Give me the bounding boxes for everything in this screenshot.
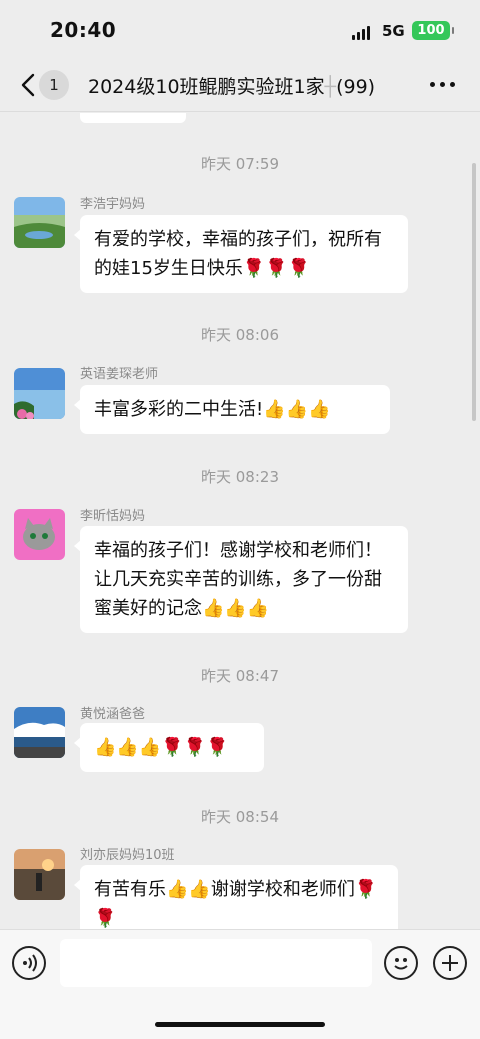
sender-name: 李浩宇妈妈	[80, 197, 146, 212]
timestamp: 昨天 08:47	[201, 667, 279, 685]
chat-header: 1 2024级10班鲲鹏实验班1家┼(99)	[0, 60, 480, 112]
timestamp: 昨天 08:23	[201, 468, 279, 486]
message-bubble[interactable]: 有爱的学校，幸福的孩子们，祝所有的娃15岁生日快乐🌹🌹🌹	[74, 215, 408, 293]
sender-name: 英语姜琛老师	[80, 367, 159, 382]
group-name: 2024级10班鲲鹏实验班1家	[88, 76, 325, 98]
status-bar: 20:40 5G 100	[0, 0, 480, 60]
sender-name: 李昕恬妈妈	[80, 509, 146, 524]
plus-icon[interactable]	[433, 946, 467, 980]
previous-message-bubble	[80, 113, 186, 123]
message-input[interactable]	[60, 939, 372, 987]
avatar[interactable]	[14, 849, 65, 900]
sender-name: 黄悦涵爸爸	[80, 707, 146, 722]
more-dots-icon[interactable]	[430, 82, 455, 87]
timestamp: 昨天 08:06	[201, 326, 279, 344]
signal-icon	[352, 24, 370, 40]
avatar[interactable]	[14, 509, 65, 560]
emoji-icon[interactable]	[384, 946, 418, 980]
scrollbar[interactable]	[472, 163, 476, 421]
chat-title: 2024级10班鲲鹏实验班1家┼(99)	[88, 76, 376, 98]
avatar[interactable]	[14, 707, 65, 758]
member-count: (99)	[336, 76, 376, 98]
message-bubble[interactable]: 👍👍👍🌹🌹🌹	[74, 723, 264, 772]
home-indicator[interactable]	[155, 1022, 325, 1027]
input-bar	[0, 929, 480, 1039]
battery-icon: 100	[412, 21, 454, 40]
message-bubble[interactable]: 幸福的孩子们！感谢学校和老师们！让几天充实辛苦的训练，多了一份甜蜜美好的记念👍👍…	[74, 526, 408, 633]
status-time: 20:40	[50, 18, 117, 42]
sender-name: 刘亦辰妈妈10班	[80, 848, 175, 863]
avatar[interactable]	[14, 368, 65, 419]
message-list[interactable]: 昨天 07:59 李浩宇妈妈 有爱的学校，幸福的孩子们，祝所有的娃15岁生日快乐…	[0, 113, 480, 929]
timestamp: 昨天 08:54	[201, 808, 279, 826]
message-bubble[interactable]: 有苦有乐👍👍谢谢学校和老师们🌹🌹	[74, 865, 398, 929]
network-type: 5G	[382, 22, 405, 40]
avatar[interactable]	[14, 197, 65, 248]
message-bubble[interactable]: 丰富多彩的二中生活!👍👍👍	[74, 385, 390, 434]
unread-badge[interactable]: 1	[39, 70, 69, 100]
timestamp: 昨天 07:59	[201, 155, 279, 173]
voice-icon[interactable]	[12, 946, 46, 980]
